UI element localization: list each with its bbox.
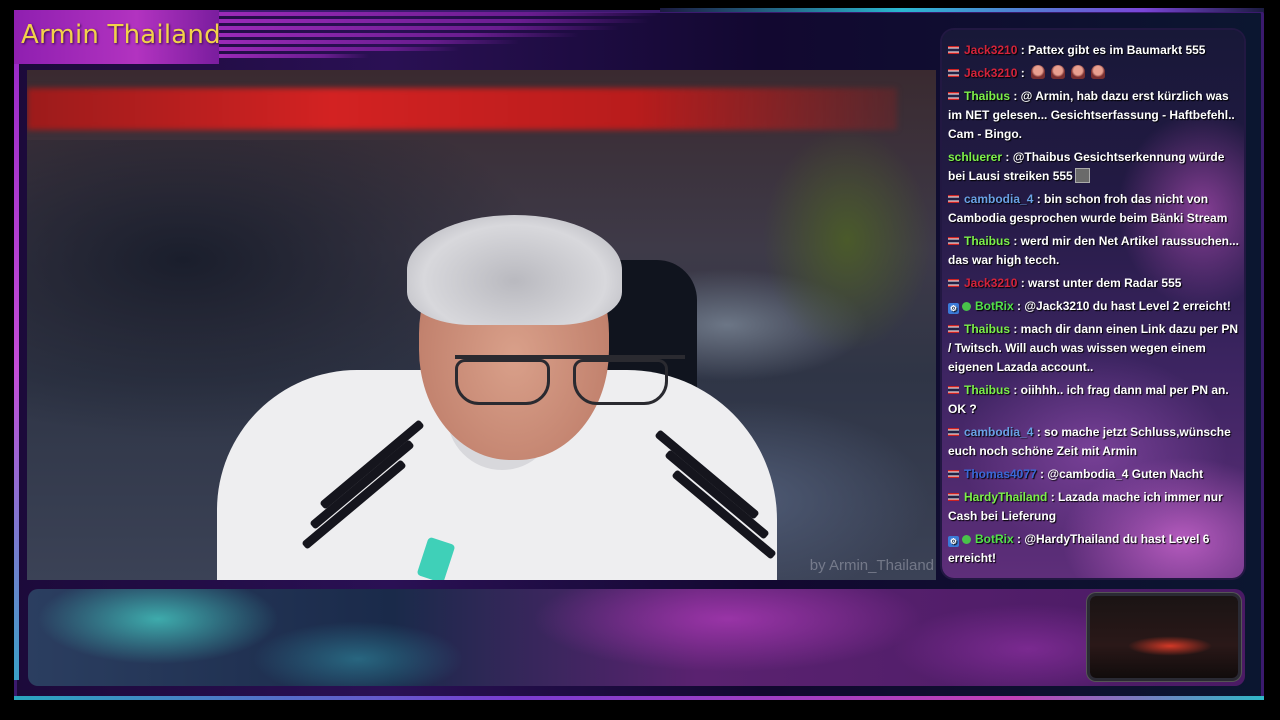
thailand-flag-icon xyxy=(948,46,959,54)
chat-emote-icon xyxy=(1074,168,1090,183)
chat-message: Jack3210 : xyxy=(948,64,1240,83)
thailand-flag-icon xyxy=(948,428,959,436)
bottom-thumbnail xyxy=(1090,596,1238,678)
chat-message: Thaibus : werd mir den Net Artikel rauss… xyxy=(948,232,1240,270)
chat-message: Thaibus : @ Armin, hab dazu erst kürzlic… xyxy=(948,87,1240,144)
frame-border-left xyxy=(14,60,19,680)
chat-emote-icon xyxy=(1050,65,1065,79)
chat-message: Thomas4077 : @cambodia_4 Guten Nacht xyxy=(948,465,1240,484)
chat-username[interactable]: Thomas4077 xyxy=(964,467,1037,481)
chat-username[interactable]: Thaibus xyxy=(964,234,1010,248)
verified-check-icon xyxy=(962,302,971,311)
chat-panel[interactable]: Jack3210 : Pattex gibt es im Baumarkt 55… xyxy=(942,30,1244,578)
thailand-flag-icon xyxy=(948,386,959,394)
thailand-flag-icon xyxy=(948,237,959,245)
chat-username[interactable]: HardyThailand xyxy=(964,490,1047,504)
chat-message: schluerer : @Thaibus Gesichtserkennung w… xyxy=(948,148,1240,186)
chat-emote-icon xyxy=(1070,65,1085,79)
chat-message: cambodia_4 : so mache jetzt Schluss,wüns… xyxy=(948,423,1240,461)
background-red-shelf xyxy=(27,88,897,130)
chat-username[interactable]: Thaibus xyxy=(964,383,1010,397)
thailand-flag-icon xyxy=(948,92,959,100)
chat-username[interactable]: Jack3210 xyxy=(964,43,1017,57)
frame-border-top xyxy=(660,8,1264,12)
chat-message: HardyThailand : Lazada mache ich immer n… xyxy=(948,488,1240,526)
chat-text: : xyxy=(1017,66,1025,80)
chat-text: : @cambodia_4 Guten Nacht xyxy=(1036,467,1204,481)
stream-title: Armin Thailand xyxy=(21,20,221,50)
thailand-flag-icon xyxy=(948,69,959,77)
bot-badge-icon: ⚙ xyxy=(948,536,959,547)
chat-username[interactable]: Jack3210 xyxy=(964,66,1017,80)
chat-text: : @Jack3210 du hast Level 2 erreicht! xyxy=(1013,299,1231,313)
chat-text: : warst unter dem Radar 555 xyxy=(1017,276,1182,290)
thailand-flag-icon xyxy=(948,470,959,478)
thailand-flag-icon xyxy=(948,279,959,287)
stream-watermark: by Armin_Thailand xyxy=(809,557,934,574)
chat-message: cambodia_4 : bin schon froh das nicht vo… xyxy=(948,190,1240,228)
thailand-flag-icon xyxy=(948,325,959,333)
webcam-video[interactable]: by Armin_Thailand xyxy=(27,70,936,580)
bot-badge-icon: ⚙ xyxy=(948,303,959,314)
chat-message: Jack3210 : Pattex gibt es im Baumarkt 55… xyxy=(948,41,1240,60)
chat-username[interactable]: Thaibus xyxy=(964,322,1010,336)
chat-message: ⚙ BotRix : @Jack3210 du hast Level 2 erre… xyxy=(948,297,1240,316)
title-stripes xyxy=(219,12,659,64)
chat-message: Thaibus : mach dir dann einen Link dazu … xyxy=(948,320,1240,377)
verified-check-icon xyxy=(962,535,971,544)
chat-username[interactable]: schluerer xyxy=(948,150,1002,164)
chat-emote-icon xyxy=(1090,65,1105,79)
thailand-flag-icon xyxy=(948,493,959,501)
chat-message: Thaibus : oiihhh.. ich frag dann mal per… xyxy=(948,381,1240,419)
chat-message: ⚙ BotRix : @HardyThailand du hast Level 6… xyxy=(948,530,1240,568)
glasses xyxy=(455,355,685,405)
thailand-flag-icon xyxy=(948,195,959,203)
chat-text: : Pattex gibt es im Baumarkt 555 xyxy=(1017,43,1206,57)
chat-username[interactable]: cambodia_4 xyxy=(964,425,1033,439)
chat-message-list[interactable]: Jack3210 : Pattex gibt es im Baumarkt 55… xyxy=(948,41,1240,572)
chat-username[interactable]: Thaibus xyxy=(964,89,1010,103)
chat-emote-icon xyxy=(1030,65,1045,79)
streamer xyxy=(197,140,797,580)
chat-username[interactable]: BotRix xyxy=(975,532,1014,546)
frame-border-bottom xyxy=(14,696,1264,700)
chat-username[interactable]: Jack3210 xyxy=(964,276,1017,290)
hair xyxy=(407,215,622,325)
bottom-banner xyxy=(28,589,1245,686)
chat-username[interactable]: BotRix xyxy=(975,299,1014,313)
chat-username[interactable]: cambodia_4 xyxy=(964,192,1033,206)
chat-message: Jack3210 : warst unter dem Radar 555 xyxy=(948,274,1240,293)
